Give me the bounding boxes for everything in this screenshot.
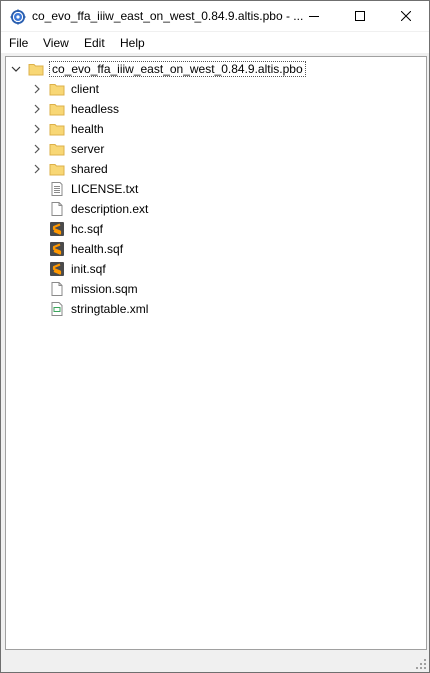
tree-item[interactable]: description.ext	[6, 199, 426, 219]
tree-item[interactable]: headless	[6, 99, 426, 119]
resize-grip-icon[interactable]	[416, 659, 426, 669]
sublime-file-icon	[50, 222, 64, 236]
tree-item-label: init.sqf	[71, 262, 106, 276]
folder-icon	[49, 124, 65, 136]
folder-icon	[49, 144, 65, 156]
tree-item[interactable]: mission.sqm	[6, 279, 426, 299]
tree-item-label: health	[71, 122, 104, 136]
folder-icon	[49, 84, 65, 96]
tree-item-label: LICENSE.txt	[71, 182, 139, 196]
folder-icon	[28, 64, 44, 76]
gear-icon	[10, 9, 26, 25]
menu-file[interactable]: File	[9, 36, 28, 50]
tree-root-row[interactable]: co_evo_ffa_iiiw_east_on_west_0.84.9.alti…	[6, 59, 426, 79]
blank-file-icon	[51, 282, 63, 296]
close-button[interactable]	[383, 1, 429, 31]
chevron-right-icon[interactable]	[32, 143, 42, 155]
tree-item-label: client	[71, 82, 100, 96]
tree-item[interactable]: server	[6, 139, 426, 159]
file-tree[interactable]: co_evo_ffa_iiiw_east_on_west_0.84.9.alti…	[5, 56, 427, 650]
chevron-right-icon[interactable]	[32, 163, 42, 175]
tree-item[interactable]: init.sqf	[6, 259, 426, 279]
app-window: co_evo_ffa_iiiw_east_on_west_0.84.9.alti…	[0, 0, 430, 673]
sublime-file-icon	[50, 262, 64, 276]
tree-item-label: description.ext	[71, 202, 149, 216]
folder-icon	[49, 104, 65, 116]
chevron-down-icon[interactable]	[10, 63, 22, 75]
tree-item-label: health.sqf	[71, 242, 124, 256]
folder-icon	[49, 164, 65, 176]
window-title: co_evo_ffa_iiiw_east_on_west_0.84.9.alti…	[32, 9, 304, 23]
text-file-icon	[51, 182, 63, 196]
menu-view[interactable]: View	[43, 36, 69, 50]
maximize-icon	[355, 11, 365, 21]
tree-item[interactable]: health.sqf	[6, 239, 426, 259]
chevron-right-icon[interactable]	[32, 83, 42, 95]
chevron-right-icon[interactable]	[32, 103, 42, 115]
menu-help[interactable]: Help	[120, 36, 145, 50]
minimize-button[interactable]	[291, 1, 337, 31]
chevron-right-icon[interactable]	[32, 123, 42, 135]
menu-edit[interactable]: Edit	[84, 36, 105, 50]
tree-item-label: hc.sqf	[71, 222, 104, 236]
title-bar[interactable]: co_evo_ffa_iiiw_east_on_west_0.84.9.alti…	[1, 1, 429, 31]
tree-item[interactable]: stringtable.xml	[6, 299, 426, 319]
tree-item[interactable]: LICENSE.txt	[6, 179, 426, 199]
close-icon	[401, 11, 411, 21]
blank-file-icon	[51, 202, 63, 216]
xml-file-icon	[51, 302, 63, 316]
tree-item-label: stringtable.xml	[71, 302, 149, 316]
tree-item[interactable]: hc.sqf	[6, 219, 426, 239]
status-bar	[1, 651, 429, 672]
tree-item[interactable]: shared	[6, 159, 426, 179]
tree-item-label: server	[71, 142, 105, 156]
tree-root-label: co_evo_ffa_iiiw_east_on_west_0.84.9.alti…	[49, 61, 306, 77]
tree-item[interactable]: client	[6, 79, 426, 99]
tree-item-label: headless	[71, 102, 120, 116]
minimize-icon	[309, 16, 319, 17]
tree-item[interactable]: health	[6, 119, 426, 139]
menu-bar: File View Edit Help	[1, 32, 429, 53]
tree-item-label: shared	[71, 162, 108, 176]
tree-item-label: mission.sqm	[71, 282, 138, 296]
sublime-file-icon	[50, 242, 64, 256]
maximize-button[interactable]	[337, 1, 383, 31]
